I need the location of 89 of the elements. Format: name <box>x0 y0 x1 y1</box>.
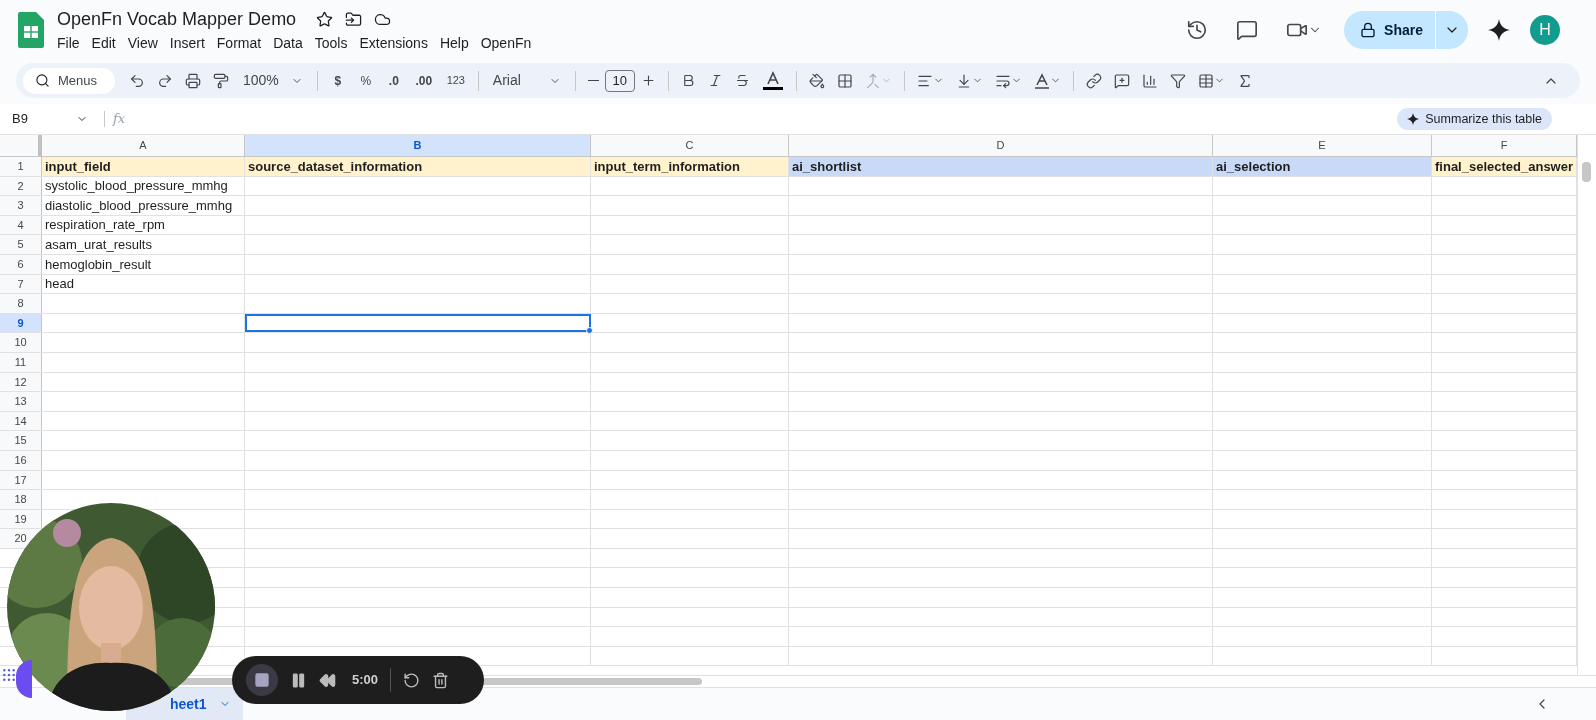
table-cell: diastolic_blood_pressure_mmhg <box>42 196 245 215</box>
column-header[interactable]: D <box>789 135 1213 156</box>
sheets-logo-icon[interactable] <box>18 12 44 48</box>
table-cell: ai_shortlist <box>789 157 1213 176</box>
table-cell: head <box>42 274 245 294</box>
borders-icon <box>836 72 853 89</box>
number-format-button[interactable]: 123 <box>439 66 472 95</box>
table-cell: ai_selection <box>1213 157 1432 176</box>
row-header[interactable]: 10 <box>0 333 42 352</box>
search-placeholder: Menus <box>58 71 98 90</box>
fx-icon: fx <box>113 109 126 129</box>
print-icon <box>185 72 201 89</box>
increase-decimal-button[interactable]: .00 <box>407 66 440 95</box>
zoom-dropdown[interactable]: 100% <box>235 70 311 91</box>
table-cell: final_selected_answer <box>1432 157 1577 176</box>
menu-item[interactable]: Data <box>267 33 309 53</box>
menu-item[interactable]: Tools <box>308 33 354 53</box>
row-header[interactable]: 1 <box>0 157 42 176</box>
stop-button[interactable] <box>246 664 278 696</box>
document-title[interactable]: OpenFn Vocab Mapper Demo <box>57 7 297 31</box>
table-cell: input_field <box>42 157 245 176</box>
table-cell: systolic_blood_pressure_mmhg <box>42 176 245 196</box>
summarize-table-button[interactable]: Summarize this table <box>1397 108 1552 130</box>
undo-icon <box>129 72 145 89</box>
strikethrough-icon <box>734 73 750 88</box>
table-cell: input_term_information <box>591 157 789 176</box>
sparkle-icon[interactable] <box>1488 19 1510 41</box>
filter-icon <box>1169 72 1186 89</box>
text-color-icon <box>761 70 784 91</box>
search-menus-field[interactable]: Menus <box>23 67 115 94</box>
move-folder-icon <box>345 10 363 28</box>
decrease-decimal-button[interactable]: .0 <box>379 66 408 95</box>
lock-icon <box>1360 22 1377 38</box>
table-cell: respiration_rate_rpm <box>42 215 245 235</box>
rewind-button[interactable] <box>319 671 336 689</box>
paint-roller-icon <box>213 72 229 89</box>
currency-button[interactable]: $ <box>323 66 352 95</box>
stop-icon <box>254 672 270 688</box>
row-header[interactable]: 3 <box>0 196 42 215</box>
share-button[interactable]: Share <box>1344 11 1435 49</box>
restart-icon <box>403 671 421 689</box>
percent-button[interactable]: % <box>351 66 380 95</box>
history-icon <box>1186 19 1209 41</box>
rewind-icon <box>319 671 336 689</box>
search-icon <box>35 73 50 88</box>
redo-icon <box>157 72 173 89</box>
comment-icon <box>1236 19 1259 41</box>
paint-bucket-icon <box>808 72 825 89</box>
grid-dots-icon <box>1 667 17 683</box>
sparkle-icon <box>1407 113 1420 125</box>
table-cell: asam_urat_results <box>42 235 245 254</box>
recording-timer: 5:00 <box>352 671 379 690</box>
column-header[interactable]: B <box>245 135 591 156</box>
menu-item[interactable]: Help <box>433 33 475 53</box>
name-box[interactable]: B9 <box>0 109 96 129</box>
font-dropdown[interactable]: Arial <box>484 70 569 91</box>
menu-item[interactable]: OpenFn <box>474 33 538 53</box>
menu-item[interactable]: Format <box>210 33 268 53</box>
font-size-field[interactable]: 10 <box>604 69 635 92</box>
table-cell: source_dataset_information <box>245 157 591 176</box>
row-header[interactable]: 5 <box>0 235 42 254</box>
row-header[interactable]: 8 <box>0 294 42 313</box>
plus-icon <box>640 73 656 88</box>
trash-icon <box>432 671 450 689</box>
column-header[interactable]: E <box>1213 135 1432 156</box>
row-header[interactable]: 15 <box>0 431 42 450</box>
rotated-text-icon <box>1033 72 1050 89</box>
fill-handle[interactable] <box>586 327 593 335</box>
link-icon <box>1085 72 1102 89</box>
table-cell: hemoglobin_result <box>42 254 245 274</box>
delete-button[interactable] <box>432 671 450 689</box>
merge-icon <box>864 72 881 89</box>
column-header[interactable]: C <box>591 135 789 156</box>
restart-button[interactable] <box>403 671 421 689</box>
star-icon <box>316 10 334 28</box>
minus-icon <box>587 79 599 82</box>
add-comment-icon <box>1113 72 1130 89</box>
row-header[interactable]: 18 <box>0 490 42 509</box>
chart-icon <box>1141 72 1158 89</box>
menu-item[interactable]: View <box>121 33 164 53</box>
row-header[interactable]: 13 <box>0 392 42 411</box>
menu-item[interactable]: Extensions <box>353 33 434 53</box>
menu-item[interactable]: File <box>51 33 86 53</box>
menu-item[interactable]: Edit <box>85 33 122 53</box>
table-icon <box>1197 72 1214 89</box>
pause-icon <box>290 671 307 689</box>
menu-item[interactable]: Insert <box>163 33 211 53</box>
italic-icon <box>707 73 723 88</box>
pause-button[interactable] <box>290 671 307 689</box>
